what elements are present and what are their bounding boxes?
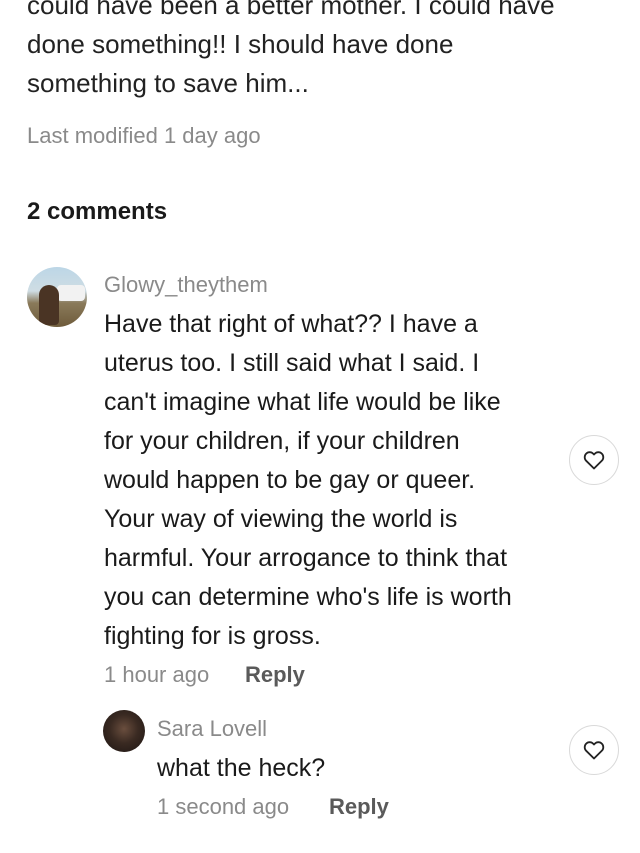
reply-button[interactable]: Reply	[329, 794, 389, 820]
post-body: could have been a better mother. I could…	[27, 0, 617, 103]
last-modified: Last modified 1 day ago	[27, 123, 261, 148]
comment-line: can't imagine what life would be like	[104, 388, 501, 416]
comment-text: what the heck?	[157, 749, 325, 788]
post-line: something to save him...	[27, 68, 309, 98]
comment-line: uterus too. I still said what I said. I	[104, 349, 480, 377]
post-line: done something!! I should have done	[27, 29, 454, 59]
comments-count: 2 comments	[27, 198, 168, 225]
post-line: could have been a better mother. I could…	[27, 0, 555, 20]
comment-text: Have that right of what?? I have a uteru…	[104, 305, 512, 656]
comment-line: what the heck?	[157, 754, 326, 782]
comment-line: Your way of viewing the world is	[104, 505, 458, 533]
heart-outline-icon	[583, 741, 605, 760]
avatar[interactable]	[103, 710, 145, 752]
like-button[interactable]	[569, 435, 619, 485]
comment-line: fighting for is gross.	[104, 622, 321, 650]
comment-time: 1 second ago	[157, 794, 290, 819]
comment-line: for your children, if your children	[104, 427, 460, 455]
reply-button[interactable]: Reply	[245, 662, 305, 688]
comment-time: 1 hour ago	[104, 662, 210, 687]
comment-line: Have that right of what?? I have a	[104, 310, 478, 338]
like-button[interactable]	[569, 725, 619, 775]
avatar-photo-car	[57, 285, 85, 301]
comment-line: would happen to be gay or queer.	[104, 466, 476, 494]
heart-outline-icon	[583, 451, 605, 470]
comment-author[interactable]: Glowy_theythem	[104, 272, 268, 298]
comment-line: you can determine who's life is worth	[104, 583, 512, 611]
avatar[interactable]	[27, 267, 87, 327]
comment-line: harmful. Your arrogance to think that	[104, 544, 508, 572]
comment-author[interactable]: Sara Lovell	[157, 716, 267, 742]
avatar-photo-person	[39, 285, 59, 325]
